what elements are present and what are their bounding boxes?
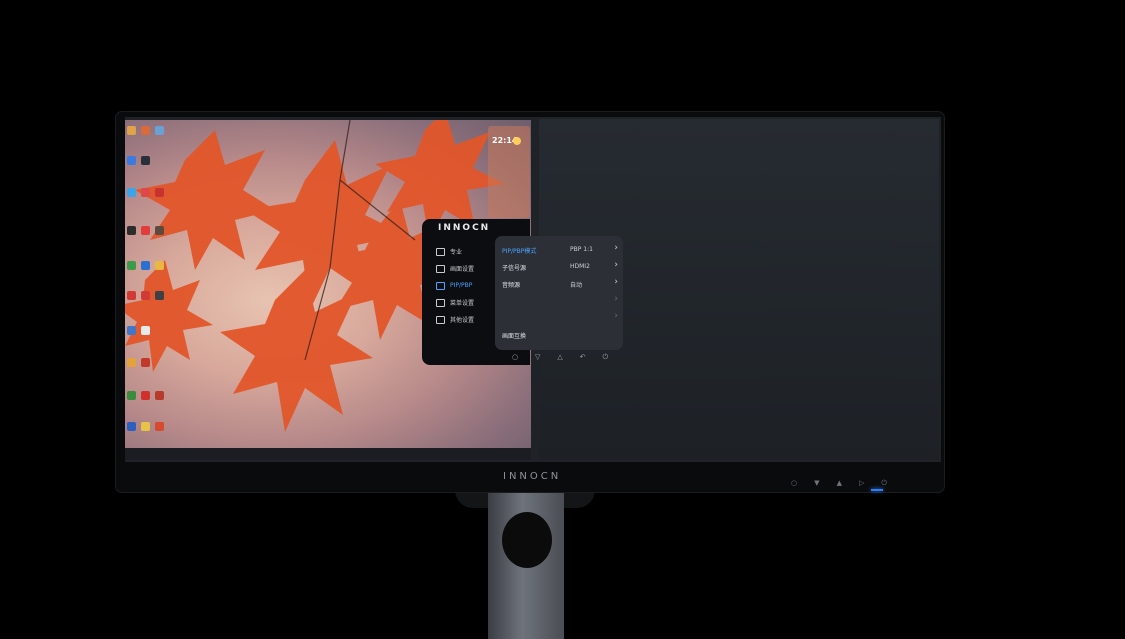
- desktop-icon[interactable]: [127, 391, 136, 400]
- desktop-icon[interactable]: [141, 391, 150, 400]
- bezel-logo: INNOCN: [503, 471, 562, 482]
- submenu-row-swap[interactable]: 画面互换: [502, 327, 618, 343]
- bezel-right-button[interactable]: ▷: [859, 479, 864, 489]
- osd-logo: INNOCN: [438, 223, 491, 233]
- desktop-icon[interactable]: [141, 326, 150, 335]
- bezel-buttons: ○ ▼ ▲ ▷ ⏻: [791, 479, 887, 489]
- chevron-right-icon: ›: [614, 294, 618, 304]
- desktop-icon[interactable]: [141, 422, 150, 431]
- bezel-power-button[interactable]: ⏻: [881, 479, 887, 489]
- sun-icon: [513, 137, 521, 145]
- submenu-row-disabled: ›: [502, 310, 618, 326]
- submenu-row-disabled: ›: [502, 293, 618, 309]
- pip-icon: [436, 281, 445, 290]
- bezel-up-button[interactable]: ▲: [837, 479, 842, 489]
- osd-key-hints: ○ ▽ △ ↶ ⏻: [512, 353, 608, 363]
- desktop-icon[interactable]: [127, 358, 136, 367]
- desktop-icon[interactable]: [155, 226, 164, 235]
- desktop-icon[interactable]: [127, 291, 136, 300]
- desktop-icon[interactable]: [141, 156, 150, 165]
- menu-list-icon: [436, 298, 445, 307]
- submenu-value: HDMI2: [570, 263, 590, 270]
- desktop-icon[interactable]: [141, 358, 150, 367]
- chevron-right-icon: ›: [614, 260, 618, 270]
- chevron-right-icon: ›: [614, 243, 618, 253]
- desktop-icon[interactable]: [127, 156, 136, 165]
- chevron-right-icon: ›: [614, 277, 618, 287]
- desktop-icon[interactable]: [127, 326, 136, 335]
- submenu-value: 自动: [570, 282, 583, 289]
- desktop-icon[interactable]: [141, 261, 150, 270]
- submenu-row-pip-mode[interactable]: PIP/PBP模式 PBP 1:1 ›: [502, 242, 618, 258]
- up-icon: △: [557, 353, 563, 361]
- bezel-circle-button[interactable]: ○: [791, 479, 797, 489]
- submenu-row-sub-source[interactable]: 子信号源 HDMI2 ›: [502, 259, 618, 275]
- circle-icon: ○: [512, 353, 519, 361]
- stand-cable-hole: [502, 512, 552, 568]
- desktop-icon[interactable]: [155, 188, 164, 197]
- submenu-label: PIP/PBP模式: [502, 248, 537, 255]
- desktop-icon[interactable]: [127, 261, 136, 270]
- osd-nav-label: PIP/PBP: [450, 282, 473, 289]
- desktop-icon[interactable]: [155, 126, 164, 135]
- monitor-icon: [436, 247, 445, 256]
- desktop-icon[interactable]: [127, 126, 136, 135]
- desktop-icon[interactable]: [141, 226, 150, 235]
- submenu-label: 音频源: [502, 282, 521, 289]
- bezel-down-button[interactable]: ▼: [814, 479, 819, 489]
- submenu-value: PBP 1:1: [570, 246, 593, 253]
- down-icon: ▽: [535, 353, 541, 361]
- desktop-icon[interactable]: [127, 226, 136, 235]
- osd-nav-label: 专业: [450, 249, 463, 256]
- desktop-icon[interactable]: [141, 126, 150, 135]
- osd-nav-label: 其他设置: [450, 317, 475, 324]
- power-icon: ⏻: [602, 353, 608, 361]
- desktop-icon[interactable]: [155, 422, 164, 431]
- back-icon: ↶: [579, 353, 586, 361]
- osd-nav-label: 画面设置: [450, 266, 475, 273]
- power-led: [871, 489, 883, 491]
- desktop-icon[interactable]: [141, 291, 150, 300]
- submenu-label: 子信号源: [502, 265, 527, 272]
- osd-nav-label: 菜单设置: [450, 300, 475, 307]
- picture-frame-icon: [436, 264, 445, 273]
- submenu-row-audio-source[interactable]: 音频源 自动 ›: [502, 276, 618, 292]
- desktop-icon[interactable]: [155, 291, 164, 300]
- desktop-icon[interactable]: [127, 188, 136, 197]
- submenu-label: 画面互换: [502, 333, 527, 340]
- weather-widget[interactable]: 22:14: [488, 126, 530, 218]
- desktop-icons: [127, 126, 175, 444]
- settings-grid-icon: [436, 315, 445, 324]
- osd-submenu: PIP/PBP模式 PBP 1:1 › 子信号源 HDMI2 › 音频源 自动 …: [495, 236, 623, 350]
- desktop-icon[interactable]: [141, 188, 150, 197]
- taskbar[interactable]: [125, 448, 531, 460]
- desktop-icon[interactable]: [155, 391, 164, 400]
- desktop-icon[interactable]: [155, 261, 164, 270]
- desktop-icon[interactable]: [127, 422, 136, 431]
- chevron-right-icon: ›: [614, 311, 618, 321]
